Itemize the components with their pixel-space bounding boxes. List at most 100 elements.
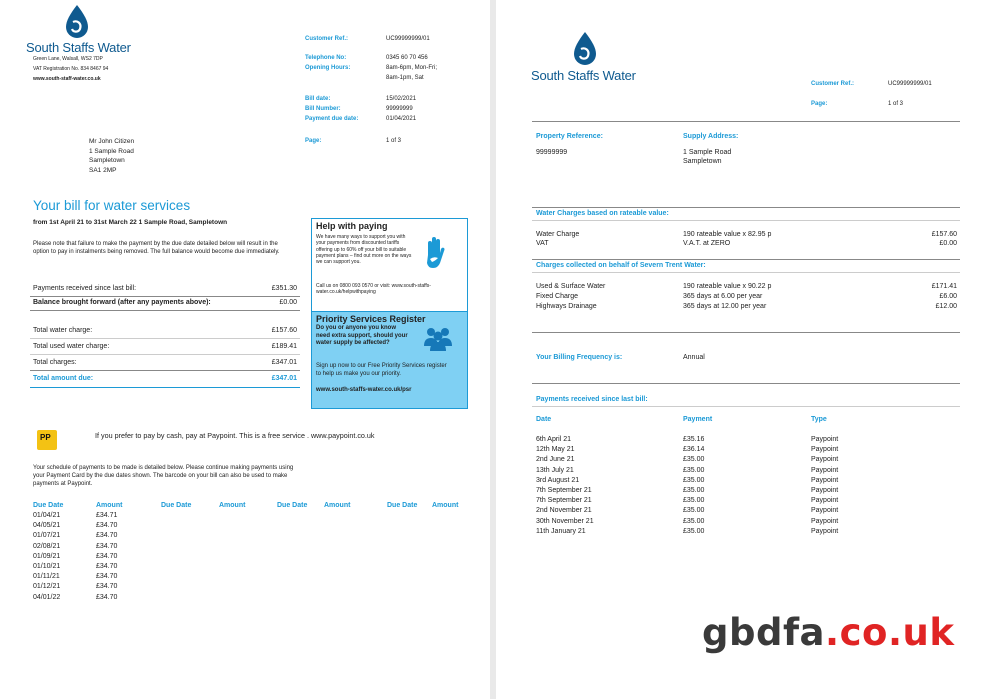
charge-label: Fixed Charge — [536, 293, 579, 300]
schedule-date: 04/01/22 — [33, 593, 61, 601]
payment-type: Paypoint — [811, 497, 839, 505]
bill-page-2: South Staffs Water Customer Ref.: UC9999… — [496, 0, 988, 699]
divider — [532, 121, 960, 122]
psr-question: Do you or anyone you know need extra sup… — [316, 325, 408, 347]
charge-amount: £0.00 — [939, 240, 957, 247]
summary-water-row: Total water charge: £157.60 — [33, 327, 297, 334]
brand-web[interactable]: www.south-staff-water.co.uk — [33, 76, 101, 84]
payment-amount: £35.00 — [683, 527, 705, 535]
watermark-part-1: gbdfa — [702, 611, 826, 654]
bill-number: 99999999 — [386, 106, 413, 112]
payments-header-type: Type — [811, 416, 827, 423]
brand-vat: VAT Registration No. 834 8467 94 — [33, 66, 109, 72]
schedule-header: Due Date — [387, 502, 418, 509]
schedule-dates: 01/04/21 04/05/21 01/07/21 02/08/21 01/0… — [33, 511, 60, 603]
divider — [532, 220, 960, 221]
page-number: 1 of 3 — [386, 138, 402, 144]
schedule-amounts: £34.71 £34.70 £34.70 £34.70 £34.70 £34.7… — [96, 511, 117, 603]
payment-type: Paypoint — [811, 527, 839, 535]
divider — [30, 387, 300, 388]
charge-desc: 365 days at 12.00 per year — [683, 303, 767, 310]
summary-label: Total water charge: — [33, 327, 93, 334]
help-title: Help with paying — [316, 221, 388, 231]
help-contact[interactable]: Call us on 0800 093 0570 or visit: www.s… — [316, 283, 464, 296]
summary-label: Payments received since last bill: — [33, 285, 137, 292]
schedule-amount: £34.70 — [96, 522, 118, 530]
brand-name: South Staffs Water — [26, 40, 131, 55]
customer-ref-label: Customer Ref.: — [811, 81, 855, 87]
water-drop-logo-icon — [574, 32, 596, 65]
opening-hours-label: Opening Hours: — [305, 65, 351, 71]
summary-value: £347.01 — [271, 375, 297, 382]
summary-label: Balance brought forward (after any payme… — [33, 299, 211, 306]
payment-type: Paypoint — [811, 507, 839, 515]
supply-address-label: Supply Address: — [683, 133, 739, 140]
summary-value: £0.00 — [279, 299, 297, 306]
charge-desc: 190 rateable value x 90.22 p — [683, 283, 772, 290]
schedule-date: 01/07/21 — [33, 532, 61, 540]
psr-title: Priority Services Register — [316, 314, 426, 324]
payments-title: Payments received since last bill: — [536, 396, 648, 403]
schedule-amount: £34.70 — [96, 583, 118, 591]
payment-date: 6th April 21 — [536, 436, 572, 443]
schedule-date: 01/10/21 — [33, 563, 61, 571]
psr-link[interactable]: www.south-staffs-water.co.uk/psr — [316, 387, 411, 393]
summary-total-row: Total amount due: £347.01 — [33, 375, 297, 382]
charge-amount: £171.41 — [931, 283, 957, 290]
brand-name: South Staffs Water — [531, 68, 636, 83]
payment-date: 2nd June 21 — [536, 456, 575, 464]
payment-amount: £35.00 — [683, 456, 705, 464]
payment-type: Paypoint — [811, 436, 839, 443]
billing-frequency: Annual — [683, 354, 705, 361]
schedule-header: Amount — [96, 502, 123, 509]
payments-header-date: Date — [536, 416, 552, 423]
payments-types: Paypoint Paypoint Paypoint Paypoint Payp… — [811, 435, 838, 537]
schedule-header: Due Date — [277, 502, 308, 509]
page-label: Page: — [811, 101, 828, 107]
summary-label: Total used water charge: — [33, 343, 110, 350]
customer-ref-label: Customer Ref.: — [305, 36, 349, 42]
summary-received-row: Payments received since last bill: £351.… — [33, 285, 297, 292]
telephone: 0345 60 70 456 — [386, 55, 428, 61]
payment-amount: £35.00 — [683, 517, 705, 525]
payment-type: Paypoint — [811, 456, 839, 464]
payment-amount: £35.16 — [683, 436, 705, 443]
psr-body: Sign up now to our Free Priority Service… — [316, 363, 447, 377]
payment-type: Paypoint — [811, 466, 839, 474]
opening-hours-2: 8am-1pm, Sat — [386, 75, 424, 81]
schedule-amount: £34.71 — [96, 512, 118, 519]
customer-ref: UC99999999/01 — [888, 81, 932, 87]
payment-date: 7th September 21 — [536, 487, 592, 495]
charge-amount: £6.00 — [939, 293, 957, 300]
payment-type: Paypoint — [811, 476, 839, 484]
recipient-address: Mr John Citizen 1 Sample Road Sampletown… — [89, 137, 134, 175]
charge-label: Used & Surface Water — [536, 283, 606, 290]
recipient-line: SA1 2MP — [89, 166, 117, 174]
page-label: Page: — [305, 138, 322, 144]
schedule-amount: £34.70 — [96, 563, 118, 571]
bill-date: 15/02/2021 — [386, 96, 417, 102]
paypoint-logo-icon: PP — [37, 430, 57, 450]
recipient-line: Mr John Citizen — [89, 138, 135, 145]
charge-label: Highways Drainage — [536, 303, 597, 310]
property-ref: 99999999 — [536, 149, 568, 156]
payment-date: 12th May 21 — [536, 446, 575, 454]
paypoint-text: If you prefer to pay by cash, pay at Pay… — [95, 431, 375, 440]
summary-balance-row: Balance brought forward (after any payme… — [33, 299, 297, 306]
payment-date: 11th January 21 — [536, 527, 586, 535]
summary-value: £347.01 — [271, 359, 297, 366]
schedule-amount: £34.70 — [96, 552, 118, 560]
charge-desc: 365 days at 6.00 per year — [683, 293, 763, 300]
schedule-header: Due Date — [161, 502, 192, 509]
water-charges-title: Water Charges based on rateable value: — [536, 210, 669, 217]
summary-value: £157.60 — [271, 327, 297, 334]
due-date-label: Payment due date: — [305, 116, 359, 122]
divider — [532, 272, 960, 273]
payment-date: 30th November 21 — [536, 517, 594, 525]
divider — [532, 332, 960, 333]
divider — [532, 383, 960, 384]
priority-services-box: Priority Services Register Do you or any… — [311, 311, 468, 409]
water-drop-logo-icon — [66, 5, 88, 38]
severn-trent-title: Charges collected on behalf of Severn Tr… — [536, 262, 706, 269]
due-date: 01/04/2021 — [386, 116, 417, 122]
